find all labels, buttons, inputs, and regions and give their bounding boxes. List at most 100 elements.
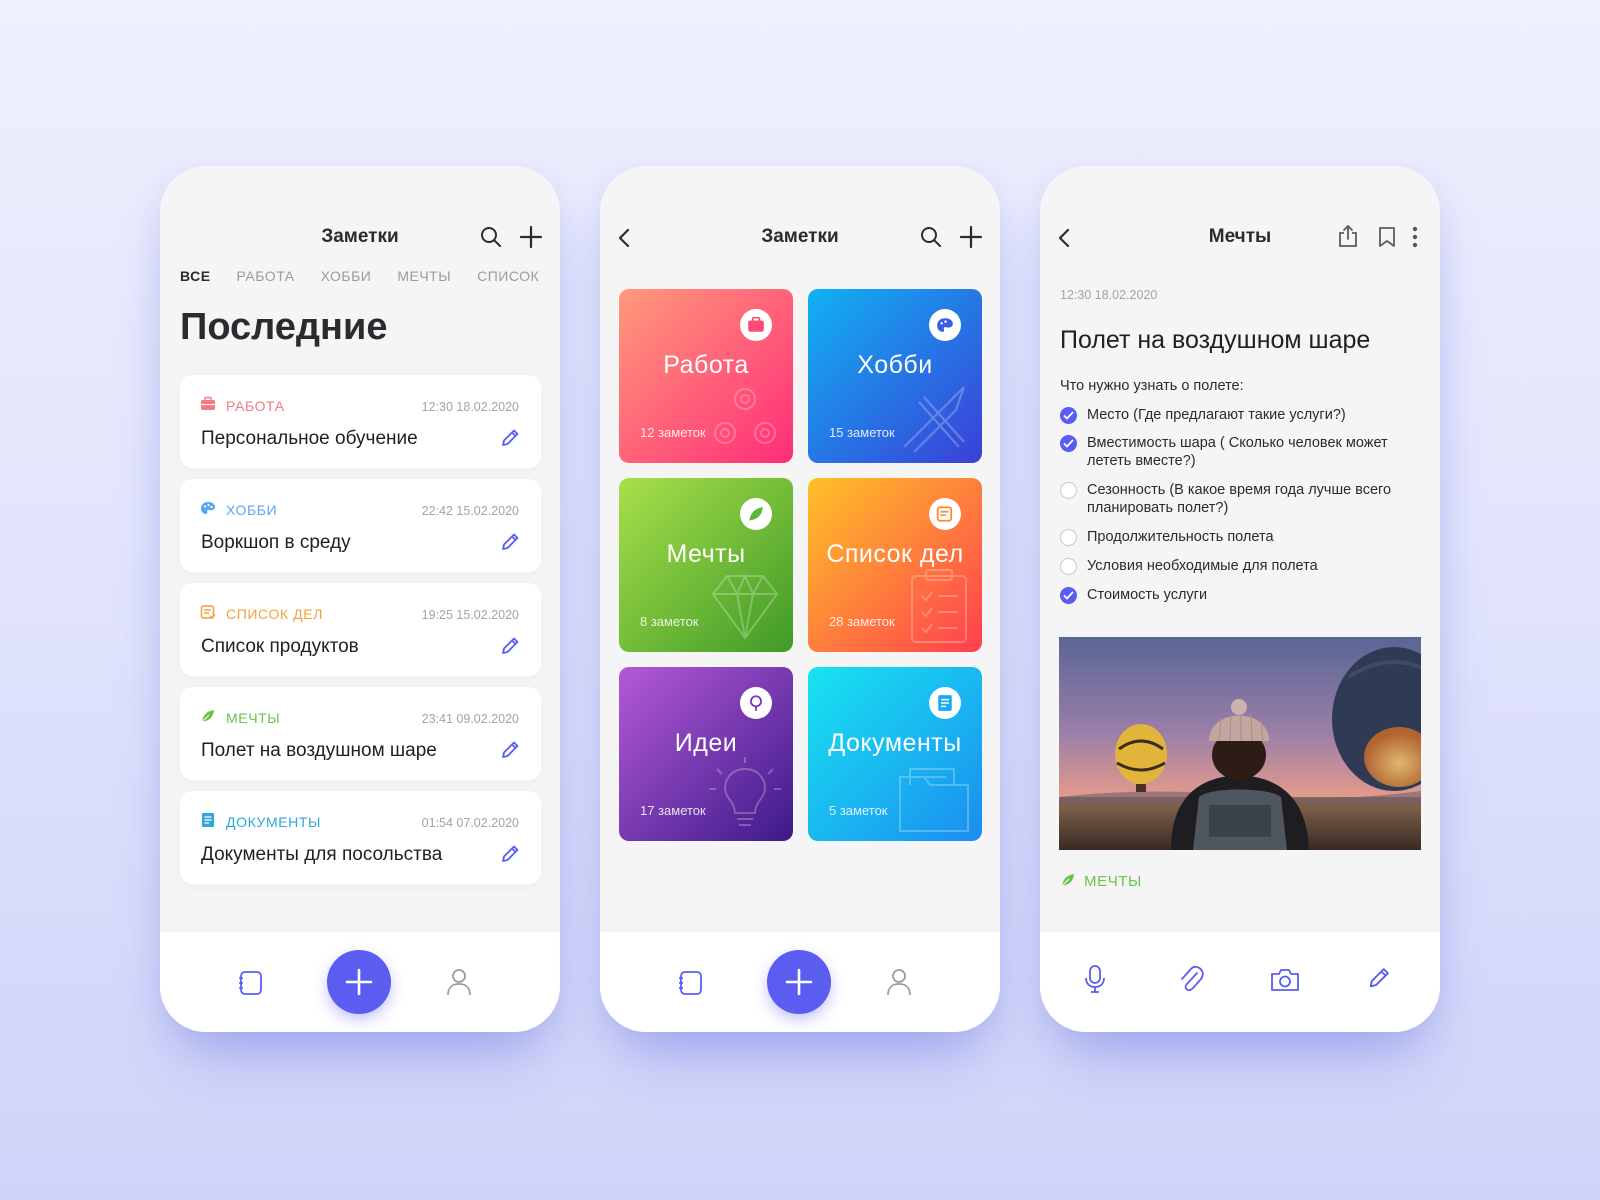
tile-name: Документы: [828, 729, 962, 757]
pencil-icon[interactable]: [499, 427, 521, 454]
palette-icon: [200, 500, 216, 521]
note-tag[interactable]: МЕЧТЫ: [1084, 873, 1142, 890]
brush-icon: [903, 386, 966, 453]
note-date: 19:25 15.02.2020: [421, 608, 519, 622]
checklist-text: Место (Где предлагают такие услуги?): [1087, 407, 1346, 423]
tab-work[interactable]: РАБОТА: [237, 268, 295, 284]
note-title: Документы для посольства: [201, 844, 443, 865]
tile-name: Работа: [663, 351, 749, 379]
note-title: Воркшоп в среду: [201, 532, 351, 553]
document-icon: [929, 687, 961, 719]
people-icon: [714, 388, 776, 444]
note-card[interactable]: ДОКУМЕНТЫ 01:54 07.02.2020 Документы для…: [180, 791, 541, 884]
category-tile-hobby[interactable]: Хобби 15 заметок: [808, 289, 982, 463]
notebook-icon[interactable]: [678, 970, 704, 996]
leaf-icon: [200, 708, 216, 729]
checkbox-checked[interactable]: [1060, 435, 1077, 452]
briefcase-icon: [200, 396, 216, 417]
checkbox-unchecked[interactable]: [1060, 529, 1077, 546]
notebook-icon[interactable]: [238, 970, 264, 996]
pencil-icon[interactable]: [499, 739, 521, 766]
tile-count: 8 заметок: [640, 614, 699, 629]
category-tile-work[interactable]: Работа 12 заметок: [619, 289, 793, 463]
share-icon[interactable]: [1337, 224, 1359, 248]
profile-icon[interactable]: [886, 968, 912, 996]
tile-name: Идеи: [674, 729, 738, 757]
checklist-text: Условия необходимые для полета: [1087, 558, 1318, 574]
search-icon[interactable]: [920, 226, 942, 248]
more-icon[interactable]: [1412, 226, 1418, 248]
tab-dreams[interactable]: МЕЧТЫ: [397, 268, 451, 284]
tile-count: 15 заметок: [829, 425, 895, 440]
checklist-text: Продолжительность полета: [1087, 529, 1274, 545]
note-title[interactable]: Полет на воздушном шаре: [1060, 326, 1370, 355]
tile-count: 17 заметок: [640, 803, 706, 818]
note-date: 12:30 18.02.2020: [421, 400, 519, 414]
note-title: Персональное обучение: [201, 428, 418, 449]
note-card[interactable]: ХОББИ 22:42 15.02.2020 Воркшоп в среду: [180, 479, 541, 572]
lightbulb-icon: [709, 757, 781, 826]
note-card[interactable]: РАБОТА 12:30 18.02.2020 Персональное обу…: [180, 375, 541, 468]
tile-name: Мечты: [666, 540, 746, 568]
category-tile-documents[interactable]: Документы 5 заметок: [808, 667, 982, 841]
tab-list[interactable]: СПИСОК: [477, 268, 539, 284]
add-note-button[interactable]: [327, 950, 391, 1014]
tile-name: Список дел: [826, 540, 964, 568]
note-card[interactable]: МЕЧТЫ 23:41 09.02.2020 Полет на воздушно…: [180, 687, 541, 780]
note-date: 01:54 07.02.2020: [421, 816, 519, 830]
checklist-text: Стоимость услуги: [1087, 587, 1208, 603]
camera-icon[interactable]: [1270, 968, 1300, 992]
category-tile-todo[interactable]: Список дел 28 заметок: [808, 478, 982, 652]
category-tile-dreams[interactable]: Мечты 8 заметок: [619, 478, 793, 652]
tile-count: 12 заметок: [640, 425, 706, 440]
notes-list-screen: Заметки ВСЕ РАБОТА ХОББИ МЕЧТЫ СПИСОК Послед…: [160, 166, 560, 1032]
note-detail-screen: Мечты 12:30 18.02.2020 Полет на воздушно…: [1040, 166, 1440, 1032]
tab-all[interactable]: ВСЕ: [180, 268, 211, 284]
category-tabs: ВСЕ РАБОТА ХОББИ МЕЧТЫ СПИСОК: [180, 268, 560, 284]
top-bar: Мечты: [1040, 220, 1440, 256]
add-note-button[interactable]: [767, 950, 831, 1014]
checklist-intro: Что нужно узнать о полете:: [1060, 378, 1244, 394]
add-icon[interactable]: [520, 226, 542, 248]
leaf-icon: [740, 498, 772, 530]
tile-count: 28 заметок: [829, 614, 895, 629]
microphone-icon[interactable]: [1084, 964, 1106, 994]
note-title: Список продуктов: [201, 636, 359, 657]
add-icon[interactable]: [960, 226, 982, 248]
note-category: МЕЧТЫ: [226, 710, 281, 726]
pencil-icon[interactable]: [499, 843, 521, 870]
checkbox-unchecked[interactable]: [1060, 558, 1077, 575]
leaf-icon: [1060, 872, 1076, 893]
top-bar: Заметки: [600, 220, 1000, 256]
bottom-nav: [160, 932, 560, 1032]
document-icon: [200, 812, 216, 833]
top-bar: Заметки: [160, 220, 560, 256]
pencil-icon[interactable]: [499, 635, 521, 662]
attached-photo[interactable]: [1059, 637, 1421, 850]
plus-icon: [345, 968, 373, 996]
checklist-text: Сезонность (В какое время года лучше все…: [1087, 482, 1392, 516]
checklist-icon: [200, 604, 216, 625]
checkbox-unchecked[interactable]: [1060, 482, 1077, 499]
tab-hobby[interactable]: ХОББИ: [321, 268, 372, 284]
search-icon[interactable]: [480, 226, 502, 248]
note-title: Полет на воздушном шаре: [201, 740, 437, 761]
category-tile-ideas[interactable]: Идеи 17 заметок: [619, 667, 793, 841]
pencil-icon[interactable]: [499, 531, 521, 558]
bulb-icon: [740, 687, 772, 719]
profile-icon[interactable]: [446, 968, 472, 996]
bottom-nav: [600, 932, 1000, 1032]
note-date: 22:42 15.02.2020: [421, 504, 519, 518]
categories-screen: Заметки Работа 12 заметок Хобби 15 замет…: [600, 166, 1000, 1032]
note-category: ХОББИ: [226, 502, 278, 518]
tile-name: Хобби: [857, 351, 933, 379]
note-category: СПИСОК ДЕЛ: [226, 606, 323, 622]
checkbox-checked[interactable]: [1060, 407, 1077, 424]
pencil-icon[interactable]: [1366, 965, 1392, 991]
checkbox-checked[interactable]: [1060, 587, 1077, 604]
paperclip-icon[interactable]: [1178, 964, 1204, 994]
diamond-icon: [711, 573, 779, 640]
bookmark-icon[interactable]: [1378, 226, 1396, 248]
note-date: 23:41 09.02.2020: [421, 712, 519, 726]
note-card[interactable]: СПИСОК ДЕЛ 19:25 15.02.2020 Список проду…: [180, 583, 541, 676]
